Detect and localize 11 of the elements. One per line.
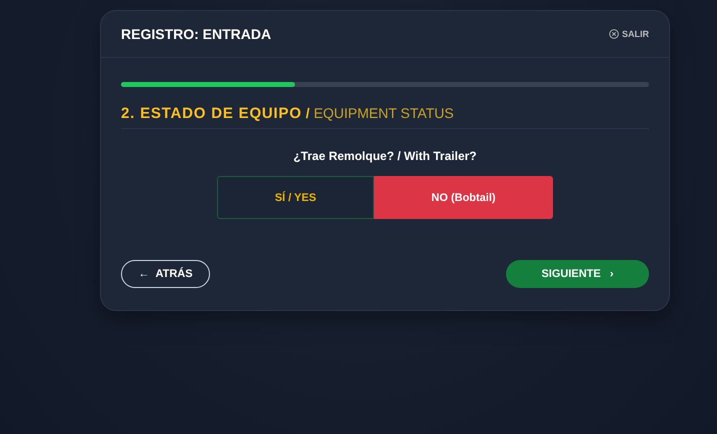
option-button[interactable]: SÍ / YES xyxy=(217,176,374,219)
section-title: 2. ESTADO DE EQUIPO xyxy=(121,105,302,122)
exit-button[interactable]: SALIR xyxy=(609,29,649,39)
question-text: ¿Trae Remolque? / With Trailer? xyxy=(292,149,478,163)
section-subtitle: EQUIPMENT STATUS xyxy=(314,105,454,121)
window-title: REGISTRO: ENTRADA xyxy=(121,26,272,42)
back-button[interactable]: ← ATRÁS xyxy=(121,260,210,288)
option-button[interactable]: NO (Bobtail) xyxy=(374,176,553,219)
separator-slash: / xyxy=(306,105,310,121)
next-button[interactable]: SIGUIENTE › xyxy=(506,260,649,288)
close-icon xyxy=(609,29,619,39)
